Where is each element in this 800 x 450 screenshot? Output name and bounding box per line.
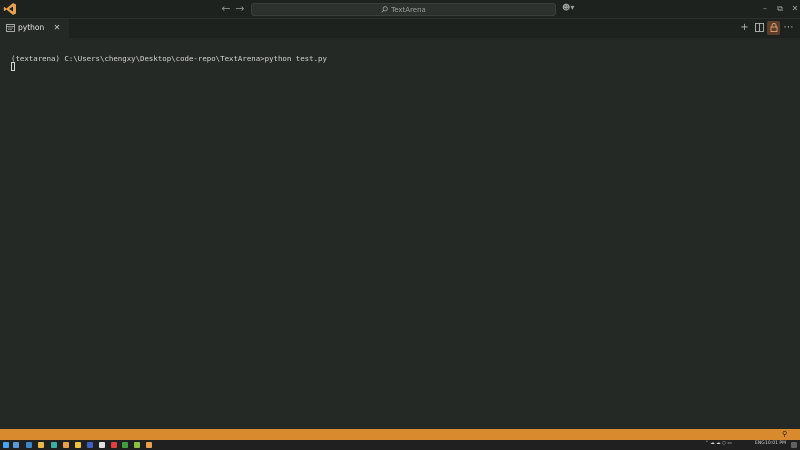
zoom-icon[interactable]: ⚲ [782,430,791,439]
minimize-icon[interactable]: – [758,2,772,16]
arrow-right-icon[interactable]: → [234,2,246,16]
status-bar: ⚲ [0,429,800,440]
taskbar-app-icon[interactable] [51,442,57,448]
arrow-left-icon[interactable]: ← [220,2,232,16]
terminal-prompt: (textarena) C:\Users\chengxy\Desktop\cod… [11,54,327,63]
taskbar-app-icon[interactable] [122,442,128,448]
command-center-search[interactable]: TextArena [251,3,556,16]
search-icon [381,6,388,13]
tab-close-icon[interactable]: ✕ [52,22,62,34]
taskbar-app-icon[interactable] [26,442,32,448]
tab-label: python [18,23,45,32]
taskbar-app-icon[interactable] [146,442,152,448]
tray-clock[interactable]: 10:01 PM [765,441,786,446]
windows-start-icon[interactable] [3,442,9,448]
tab-python[interactable]: python ✕ [0,19,69,38]
copilot-icon[interactable]: ☻▾ [562,3,580,15]
taskbar-app-icon[interactable] [87,442,93,448]
search-text: TextArena [391,5,426,14]
taskbar-app-icon[interactable] [38,442,44,448]
taskbar-app-icon[interactable] [111,442,117,448]
taskbar: ⌃ ☁ ☁ ○ ▭ ENG 10:01 PM [0,440,800,450]
taskbar-app-icon[interactable] [75,442,81,448]
taskbar-app-icon[interactable] [13,442,19,448]
terminal-cursor [11,62,15,71]
tab-bar: python ✕ + ⋯ [0,19,800,38]
maximize-icon[interactable]: ⧉ [773,2,787,16]
title-bar: ← → TextArena ☻▾ – ⧉ ✕ [0,0,800,19]
tray-language[interactable]: ENG [755,441,765,446]
lock-icon[interactable] [767,21,780,35]
terminal-icon [6,24,15,32]
taskbar-app-icon[interactable] [63,442,69,448]
notification-icon[interactable] [791,442,797,448]
new-terminal-icon[interactable]: + [738,21,751,35]
terminal-panel[interactable]: (textarena) C:\Users\chengxy\Desktop\cod… [0,38,800,429]
close-icon[interactable]: ✕ [788,2,800,16]
split-editor-icon[interactable] [753,21,766,35]
taskbar-app-icon[interactable] [99,442,105,448]
tray-icons[interactable]: ⌃ ☁ ☁ ○ ▭ [705,441,732,446]
more-icon[interactable]: ⋯ [782,21,795,35]
taskbar-app-icon[interactable] [134,442,140,448]
vscode-logo[interactable] [3,2,17,16]
